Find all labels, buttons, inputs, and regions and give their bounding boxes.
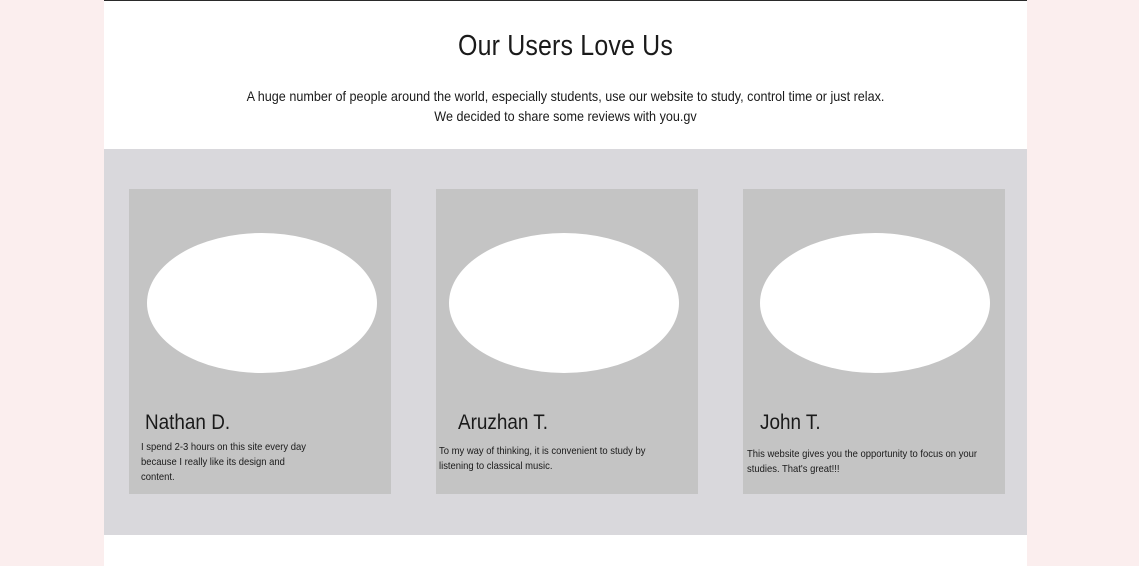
review-card-nathan: Nathan D. I spend 2-3 hours on this site… <box>129 189 391 494</box>
avatar <box>147 233 377 373</box>
review-text: I spend 2-3 hours on this site every day… <box>141 441 306 483</box>
review-card-aruzhan: Aruzhan T. To my way of thinking, it is … <box>436 189 698 494</box>
section-intro: A huge number of people around the world… <box>246 88 885 124</box>
reviewer-name: Nathan D. <box>145 411 231 434</box>
review-text: To my way of thinking, it is convenient … <box>439 445 646 472</box>
reviews-section: Nathan D. I spend 2-3 hours on this site… <box>104 149 1027 535</box>
avatar <box>760 233 990 373</box>
reviewer-name: John T. <box>760 411 821 434</box>
reviewer-name: Aruzhan T. <box>458 411 549 434</box>
section-title: Our Users Love Us <box>458 30 673 62</box>
review-card-john: John T. This website gives you the oppor… <box>743 189 1005 494</box>
avatar <box>449 233 679 373</box>
review-text: This website gives you the opportunity t… <box>747 448 978 475</box>
top-divider <box>104 0 1027 1</box>
page-container: Our Users Love Us A huge number of peopl… <box>104 0 1027 566</box>
